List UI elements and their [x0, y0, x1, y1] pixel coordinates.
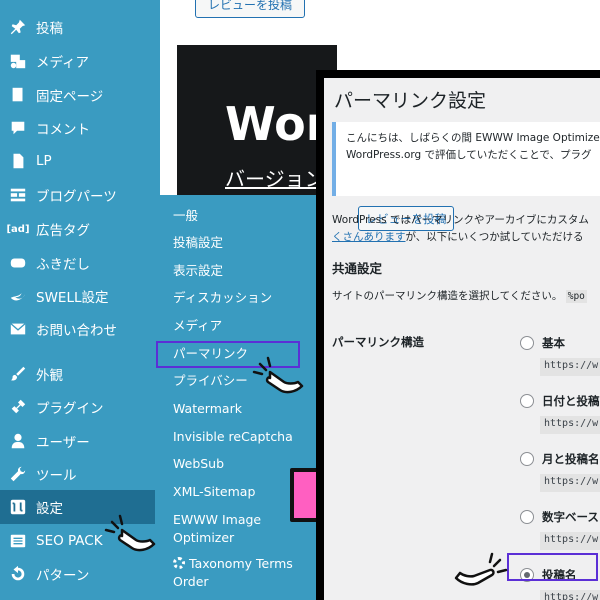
- document-icon: [8, 151, 28, 171]
- intro-link[interactable]: くさんあります: [332, 231, 406, 243]
- plugin-icon: [8, 397, 28, 417]
- flyout-item-media[interactable]: メディア: [173, 317, 313, 335]
- sidebar-item-label: お問い合わせ: [36, 323, 117, 339]
- screenshot-stage: レビューを投稿 Wor バージョン 投稿 メディア 固定ページ コメント LP: [0, 0, 600, 600]
- background-review-button[interactable]: レビューを投稿: [195, 0, 305, 18]
- welcome-hero: Wor バージョン: [177, 45, 337, 205]
- plugin-notice: こんにちは、しばらくの間 EWWW Image Optimize WordPre…: [332, 122, 600, 231]
- sidebar-item-label: ブログパーツ: [36, 189, 117, 205]
- sidebar-item-label: プラグイン: [36, 401, 104, 417]
- permalink-settings-panel: パーマリンク設定 こんにちは、しばらくの間 EWWW Image Optimiz…: [316, 70, 600, 600]
- flyout-item-general[interactable]: 一般: [173, 207, 313, 225]
- sidebar-item-label: メディア: [36, 55, 90, 71]
- sidebar-item-lp[interactable]: LP: [0, 144, 160, 178]
- sidebar-item-label: 外観: [36, 368, 63, 384]
- sidebar-item-label: 広告タグ: [36, 223, 90, 239]
- sidebar-item-label: SWELL設定: [36, 290, 109, 306]
- flyout-item-writing[interactable]: 投稿設定: [173, 234, 313, 252]
- sidebar-item-label: ユーザー: [36, 435, 90, 451]
- flyout-item-watermark[interactable]: Watermark: [173, 400, 313, 418]
- undo-icon: [8, 564, 28, 584]
- notice-text: こんにちは、しばらくの間 EWWW Image Optimize WordPre…: [346, 132, 600, 161]
- page-icon: [8, 85, 28, 105]
- settings-icon: [8, 497, 28, 517]
- pointing-hand-icon: [454, 552, 508, 586]
- radio-button[interactable]: [520, 336, 534, 350]
- sidebar-item-label: LP: [36, 153, 52, 169]
- sidebar-item-users[interactable]: ユーザー: [0, 424, 160, 458]
- sidebar-item-contact[interactable]: お問い合わせ: [0, 312, 160, 346]
- wrench-icon: [8, 464, 28, 484]
- sidebar-item-label: パターン: [36, 568, 90, 584]
- sidebar-item-comments[interactable]: コメント: [0, 111, 160, 145]
- flyout-item-label: Taxonomy Terms: [173, 555, 313, 573]
- pointing-hand-icon: [252, 356, 304, 394]
- sidebar-item-blog-parts[interactable]: ブログパーツ: [0, 178, 160, 212]
- common-settings-description: サイトのパーマリンク構造を選択してください。 %po: [332, 290, 587, 303]
- sidebar-item-tools[interactable]: ツール: [0, 457, 160, 491]
- sidebar-item-appearance[interactable]: 外観: [0, 357, 160, 391]
- flyout-item-reading[interactable]: 表示設定: [173, 262, 313, 280]
- flyout-item-invisible-recaptcha[interactable]: Invisible reCaptcha: [173, 428, 313, 446]
- radio-button[interactable]: [520, 510, 534, 524]
- swell-logo-icon: [8, 286, 28, 306]
- user-icon: [8, 431, 28, 451]
- panel-content: パーマリンク設定 こんにちは、しばらくの間 EWWW Image Optimiz…: [324, 78, 600, 600]
- page-title: パーマリンク設定: [334, 90, 487, 112]
- intro-text: WordPress ではパーマリンクやアーカイブにカスタム くさんありますが、以…: [332, 214, 589, 243]
- sidebar-item-plugins[interactable]: プラグイン: [0, 390, 160, 424]
- ad-icon: [ad]: [6, 223, 30, 235]
- speech-bubble-icon: [8, 253, 28, 273]
- hero-version-link[interactable]: バージョン: [225, 163, 325, 192]
- sidebar-item-label: ふきだし: [36, 257, 90, 273]
- sidebar-item-label: 固定ページ: [36, 89, 104, 105]
- comment-icon: [8, 118, 28, 138]
- media-icon: [8, 51, 28, 71]
- flyout-item-taxonomy-order[interactable]: Taxonomy Terms Order: [173, 555, 313, 591]
- radio-button[interactable]: [520, 452, 534, 466]
- list-icon: [8, 531, 28, 551]
- sidebar-item-patterns[interactable]: パターン: [0, 557, 160, 591]
- sidebar-item-pages[interactable]: 固定ページ: [0, 78, 160, 112]
- common-settings-heading: 共通設定: [332, 261, 383, 276]
- flyout-item-label: Order: [173, 574, 209, 589]
- sidebar-item-label: SEO PACK: [36, 533, 103, 549]
- pointing-hand-icon: [104, 514, 156, 552]
- sidebar-item-label: 投稿: [36, 21, 63, 37]
- permalink-structure-label: パーマリンク構造: [332, 335, 424, 349]
- grid-icon: [8, 185, 28, 205]
- gear-icon: [173, 557, 185, 569]
- sidebar-item-media[interactable]: メディア: [0, 44, 160, 78]
- mail-icon: [8, 319, 28, 339]
- post-name-highlight-box: [507, 553, 598, 581]
- sidebar-item-label: ツール: [36, 468, 77, 484]
- pin-icon: [8, 17, 28, 37]
- hero-title: Wor: [225, 97, 329, 151]
- sidebar-item-balloon[interactable]: ふきだし: [0, 246, 160, 280]
- admin-sidebar: 投稿 メディア 固定ページ コメント LP ブログパーツ [ad] 広告タグ ふ: [0, 0, 160, 600]
- sidebar-item-label: コメント: [36, 122, 90, 138]
- flyout-item-discussion[interactable]: ディスカッション: [173, 289, 313, 307]
- sidebar-item-ad-tags[interactable]: [ad] 広告タグ: [0, 212, 160, 246]
- sidebar-item-label: 設定: [36, 501, 63, 517]
- radio-button[interactable]: [520, 394, 534, 408]
- sidebar-item-posts[interactable]: 投稿: [0, 10, 160, 44]
- brush-icon: [8, 364, 28, 384]
- sidebar-item-swell-settings[interactable]: SWELL設定: [0, 279, 160, 313]
